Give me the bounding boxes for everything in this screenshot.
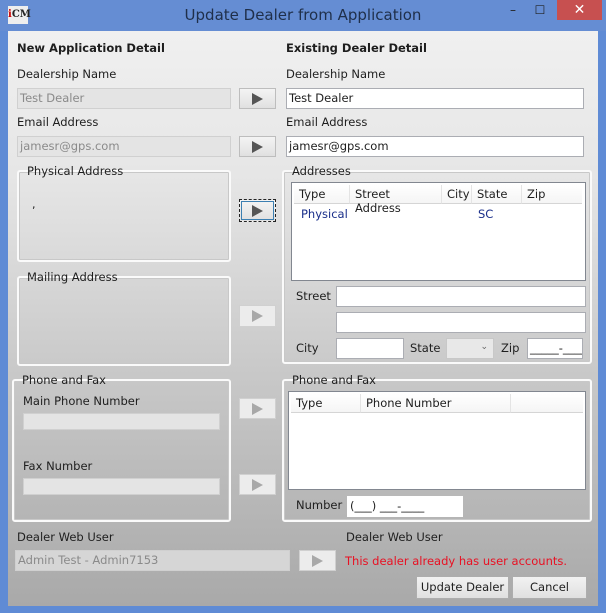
arrow-right-icon <box>252 92 263 105</box>
physical-address-label: Physical Address <box>27 164 124 178</box>
left-web-user-label: Dealer Web User <box>17 530 114 544</box>
column-zip[interactable]: Zip <box>522 185 582 204</box>
fax-field <box>23 478 220 495</box>
existing-dealer-header: Existing Dealer Detail <box>286 41 427 55</box>
close-button[interactable]: ✕ <box>557 0 602 20</box>
cancel-button[interactable]: Cancel <box>512 576 587 599</box>
arrow-right-icon <box>252 478 263 491</box>
column-street-address[interactable]: Street Address <box>350 185 442 215</box>
left-dealership-name-label: Dealership Name <box>17 67 117 81</box>
copy-physical-address-button[interactable] <box>239 199 276 222</box>
left-email-field: jamesr@gps.com <box>17 136 231 157</box>
mailing-address-group: Mailing Address <box>17 270 231 366</box>
column-phone-number[interactable]: Phone Number <box>361 394 511 413</box>
chevron-down-icon: ⌄ <box>480 342 488 352</box>
phone-list[interactable]: Type Phone Number <box>288 391 586 490</box>
state-select[interactable]: ⌄ <box>446 338 494 359</box>
copy-main-phone-button[interactable] <box>239 398 276 419</box>
right-email-label: Email Address <box>286 115 368 129</box>
arrow-right-icon <box>252 310 263 322</box>
arrow-right-icon <box>252 402 263 415</box>
physical-address-value: , <box>32 198 36 211</box>
web-user-error-message: This dealer already has user accounts. <box>345 554 568 568</box>
column-blank <box>511 394 583 413</box>
table-row[interactable]: Physical SC <box>292 207 582 225</box>
state-label: State <box>410 341 441 355</box>
street-input-1[interactable] <box>336 286 586 307</box>
column-type[interactable]: Type <box>294 185 350 204</box>
maximize-button[interactable]: ☐ <box>527 0 553 20</box>
copy-fax-button[interactable] <box>239 474 276 495</box>
physical-address-group: Physical Address , <box>17 164 231 262</box>
street-input-2[interactable] <box>336 312 586 333</box>
right-web-user-label: Dealer Web User <box>346 530 443 544</box>
zip-label: Zip <box>501 341 520 355</box>
left-phone-fax-label: Phone and Fax <box>22 373 106 387</box>
zip-input[interactable]: _____-____ <box>527 338 583 359</box>
mailing-address-label: Mailing Address <box>27 270 118 284</box>
arrow-right-icon <box>312 554 323 567</box>
main-phone-field <box>23 413 220 430</box>
cell-type: Physical <box>301 207 348 221</box>
right-email-input[interactable]: jamesr@gps.com <box>286 136 584 157</box>
update-dealer-button[interactable]: Update Dealer <box>416 576 509 599</box>
new-application-header: New Application Detail <box>17 41 165 55</box>
right-dealership-name-input[interactable]: Test Dealer <box>286 88 584 109</box>
left-email-label: Email Address <box>17 115 99 129</box>
cell-state: SC <box>478 207 494 221</box>
copy-mailing-address-button[interactable] <box>239 305 276 327</box>
copy-web-user-button[interactable] <box>299 550 336 571</box>
right-phone-fax-label: Phone and Fax <box>292 373 376 387</box>
title-bar: iCM Update Dealer from Application – ☐ ✕ <box>0 0 606 31</box>
city-input[interactable] <box>336 338 404 359</box>
right-dealership-name-label: Dealership Name <box>286 67 386 81</box>
copy-dealership-name-button[interactable] <box>239 88 276 109</box>
fax-label: Fax Number <box>23 459 93 473</box>
main-phone-label: Main Phone Number <box>23 394 140 408</box>
copy-email-button[interactable] <box>239 136 276 157</box>
web-user-field: Admin Test - Admin7153 <box>15 550 290 571</box>
column-city[interactable]: City <box>442 185 472 204</box>
minimize-button[interactable]: – <box>500 0 526 20</box>
left-dealership-name-field: Test Dealer <box>17 88 231 109</box>
arrow-right-icon <box>252 204 263 217</box>
city-label: City <box>296 341 319 355</box>
arrow-right-icon <box>252 140 263 153</box>
street-label: Street <box>296 289 331 303</box>
column-type[interactable]: Type <box>291 394 361 413</box>
number-input[interactable]: (___) ___-____ <box>347 496 463 517</box>
column-state[interactable]: State <box>472 185 522 204</box>
addresses-label: Addresses <box>292 164 351 178</box>
addresses-list[interactable]: Type Street Address City State Zip Physi… <box>291 182 586 281</box>
number-label: Number <box>296 498 343 512</box>
